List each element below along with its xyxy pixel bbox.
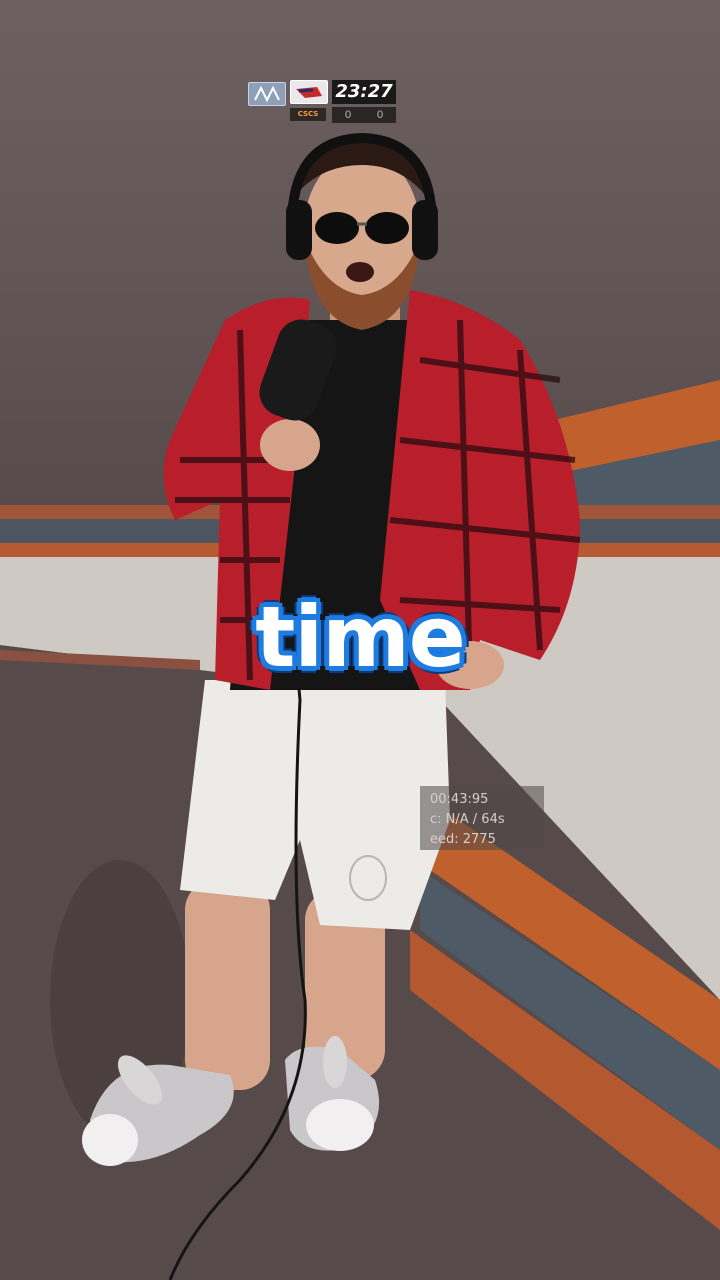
team-tag: CSCS [290,108,326,121]
team-logo-icon [248,82,286,106]
caption-word: time [255,588,465,686]
slipper-face-right [306,1099,374,1151]
stats-line-record: c: N/A / 64s [430,812,505,827]
team-left-score: 0 [344,109,352,121]
headphones-right-cup [412,200,438,260]
team-right-score: 0 [376,109,384,121]
slipper-ear-right [323,1036,347,1088]
run-stats-panel: 00:43:95 c: N/A / 64s eed: 2775 [420,786,544,850]
sunglasses-left-lens [315,212,359,244]
score-row: 0 0 [332,107,396,123]
white-shorts [180,680,450,930]
headphones-left-cup [286,200,312,260]
hand-holding-mic [260,419,320,471]
slipper-face-left [82,1114,138,1166]
game-hud-scoreboard: CSCS 23:27 0 0 [248,80,398,126]
stats-line-speed: eed: 2775 [430,832,496,847]
stats-line-time: 00:43:95 [430,792,489,807]
team-logo-icon [290,80,328,104]
match-timer: 23:27 [332,80,396,104]
open-mouth [346,262,374,282]
left-leg [185,880,270,1090]
sunglasses-right-lens [365,212,409,244]
video-frame: CSCS 23:27 0 0 00:43:95 c: N/A / 64s eed… [0,0,720,1280]
